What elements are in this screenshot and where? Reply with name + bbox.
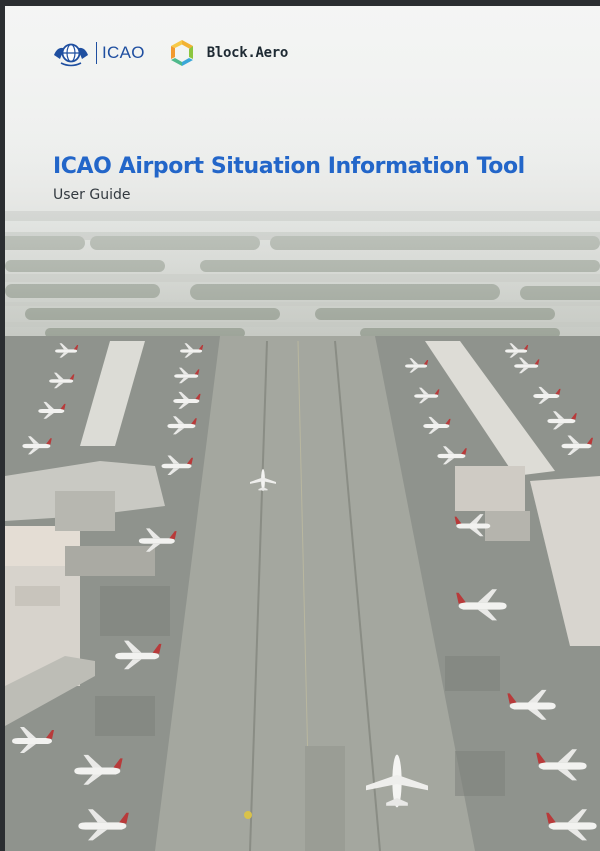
block-aero-logo-icon <box>165 38 199 68</box>
document-title: ICAO Airport Situation Information Tool <box>53 154 525 179</box>
document-viewer-frame: ICAO Block.Aero ICAO Airport Situation I… <box>0 0 600 851</box>
cover-page: ICAO Block.Aero ICAO Airport Situation I… <box>5 6 600 851</box>
icao-logo-text: ICAO <box>102 43 145 62</box>
cover-header: ICAO Block.Aero ICAO Airport Situation I… <box>5 6 600 236</box>
logo-row: ICAO Block.Aero <box>52 36 288 70</box>
block-aero-logo-text: Block.Aero <box>206 45 289 61</box>
icao-emblem-icon <box>52 36 90 70</box>
document-subtitle: User Guide <box>53 187 131 203</box>
logo-divider <box>96 42 97 64</box>
